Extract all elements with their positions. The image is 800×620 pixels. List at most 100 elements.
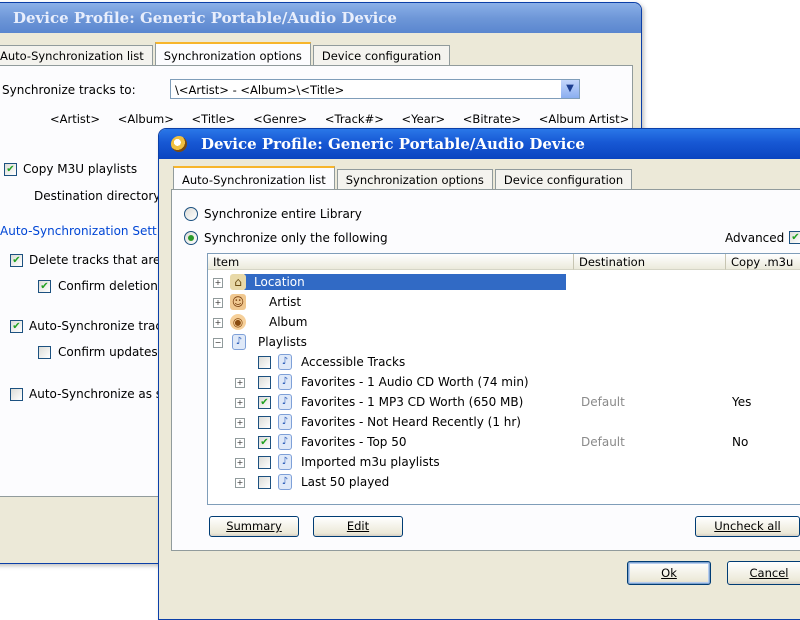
token-album-artist[interactable]: <Album Artist> — [539, 112, 630, 126]
dest-dir-label: Destination directory: — [34, 189, 164, 203]
expand-toggle-icon[interactable]: + — [213, 278, 223, 288]
sync-tracks-label: Synchronize tracks to: — [2, 83, 136, 97]
row-checkbox[interactable] — [258, 416, 271, 429]
tree-row-playlists[interactable]: − ♪ Playlists — [208, 332, 800, 352]
auto-sync-group-label: Auto-Synchronization Sett — [0, 224, 157, 238]
confirm-updates-label: Confirm updates ( — [58, 345, 167, 359]
destination-cell[interactable]: Default — [581, 435, 625, 449]
tree-item-label: Favorites - Top 50 — [301, 435, 407, 449]
sync-entire-label: Synchronize entire Library — [204, 207, 362, 221]
delete-tracks-checkbox[interactable] — [10, 254, 23, 267]
expand-toggle-icon[interactable]: + — [235, 418, 245, 428]
token-bitrate[interactable]: <Bitrate> — [463, 112, 521, 126]
tree-row-imported-m3u[interactable]: + ♪ Imported m3u playlists — [208, 452, 800, 472]
column-header-destination[interactable]: Destination — [574, 254, 726, 270]
app-logo-icon — [171, 136, 187, 152]
tree-row-last-50-played[interactable]: + ♪ Last 50 played — [208, 472, 800, 492]
token-artist[interactable]: <Artist> — [50, 112, 100, 126]
tree-row-favorites-audio-cd[interactable]: + ♪ Favorites - 1 Audio CD Worth (74 min… — [208, 372, 800, 392]
tree-item-label: Artist — [269, 295, 302, 309]
more-tokens-button[interactable]: » — [641, 112, 642, 126]
cancel-button[interactable]: Cancel — [727, 561, 800, 585]
expand-toggle-icon[interactable]: + — [213, 298, 223, 308]
ok-button[interactable]: Ok — [627, 561, 711, 585]
playlist-icon: ♪ — [278, 374, 292, 390]
expand-toggle-icon[interactable]: + — [235, 478, 245, 488]
back-tab-strip: Auto-Synchronization list Synchronizatio… — [0, 41, 452, 67]
tree-item-label: Favorites - 1 MP3 CD Worth (650 MB) — [301, 395, 524, 409]
tree-item-label: Playlists — [258, 335, 307, 349]
token-album[interactable]: <Album> — [118, 112, 174, 126]
column-header-item[interactable]: Item — [208, 254, 574, 270]
back-tab-sync-options[interactable]: Synchronization options — [154, 42, 311, 67]
tree-item-label: Favorites - Not Heard Recently (1 hr) — [301, 415, 521, 429]
token-title[interactable]: <Title> — [192, 112, 236, 126]
confirm-deletion-label: Confirm deletion ( — [58, 279, 167, 293]
row-checkbox[interactable] — [258, 456, 271, 469]
summary-button[interactable]: Summary — [209, 516, 299, 537]
tree-item-label: Last 50 played — [301, 475, 390, 489]
tab-sync-options[interactable]: Synchronization options — [336, 169, 493, 190]
tree-row-artist[interactable]: + ☺ Artist — [208, 292, 800, 312]
tree-row-album[interactable]: + ◉ Album — [208, 312, 800, 332]
auto-sync-as-checkbox[interactable] — [10, 388, 23, 401]
sync-only-radio[interactable] — [184, 231, 198, 245]
column-header-copy-m3u[interactable]: Copy .m3u — [726, 254, 800, 270]
expand-toggle-icon[interactable]: + — [235, 458, 245, 468]
expand-toggle-icon[interactable]: + — [235, 378, 245, 388]
advanced-checkbox[interactable] — [789, 231, 800, 244]
token-track[interactable]: <Track#> — [325, 112, 384, 126]
expand-toggle-icon[interactable]: + — [235, 438, 245, 448]
auto-sync-tracks-label: Auto-Synchronize track — [29, 319, 169, 333]
back-dialog-title: Device Profile: Generic Portable/Audio D… — [13, 9, 397, 27]
tree-item-label: Location — [254, 275, 305, 289]
playlist-icon: ♪ — [278, 354, 292, 370]
tree-row-favorites-top-50[interactable]: + ♪ Favorites - Top 50 Default No — [208, 432, 800, 452]
tab-auto-sync-list[interactable]: Auto-Synchronization list — [173, 166, 335, 191]
token-year[interactable]: <Year> — [402, 112, 446, 126]
row-checkbox[interactable] — [258, 396, 271, 409]
token-row: <Artist> <Album> <Title> <Genre> <Track#… — [50, 112, 642, 126]
confirm-deletion-checkbox[interactable] — [38, 280, 51, 293]
back-tab-device-config[interactable]: Device configuration — [312, 45, 451, 66]
tree-item-label: Favorites - 1 Audio CD Worth (74 min) — [301, 375, 529, 389]
row-checkbox[interactable] — [258, 356, 271, 369]
uncheck-all-button[interactable]: Uncheck all — [695, 516, 800, 537]
tree-row-location[interactable]: + ⌂ Location — [208, 272, 800, 292]
playlist-icon: ♪ — [278, 474, 292, 490]
tree-row-favorites-not-heard[interactable]: + ♪ Favorites - Not Heard Recently (1 hr… — [208, 412, 800, 432]
tree-row-favorites-mp3-cd[interactable]: + ♪ Favorites - 1 MP3 CD Worth (650 MB) … — [208, 392, 800, 412]
front-dialog-window: Device Profile: Generic Portable/Audio D… — [158, 128, 800, 620]
sync-entire-radio[interactable] — [184, 207, 198, 221]
back-dialog-titlebar[interactable]: Device Profile: Generic Portable/Audio D… — [0, 3, 641, 33]
expand-toggle-icon[interactable]: + — [235, 398, 245, 408]
sync-tracks-combo[interactable]: \<Artist> - <Album>\<Title> ▼ — [170, 79, 580, 99]
expand-toggle-icon[interactable]: + — [213, 318, 223, 328]
artist-icon: ☺ — [230, 294, 246, 310]
tab-device-config[interactable]: Device configuration — [494, 169, 633, 190]
copy-m3u-cell[interactable]: No — [732, 435, 748, 449]
collapse-toggle-icon[interactable]: − — [213, 338, 223, 348]
sync-tree-list[interactable]: Item Destination Copy .m3u + ⌂ Location … — [207, 253, 800, 505]
location-icon: ⌂ — [230, 274, 246, 290]
advanced-label: Advanced — [725, 231, 785, 245]
row-checkbox[interactable] — [258, 476, 271, 489]
front-dialog-title: Device Profile: Generic Portable/Audio D… — [201, 135, 585, 153]
tree-row-accessible-tracks[interactable]: ♪ Accessible Tracks — [208, 352, 800, 372]
tree-item-label: Accessible Tracks — [301, 355, 406, 369]
token-genre[interactable]: <Genre> — [253, 112, 307, 126]
confirm-updates-checkbox[interactable] — [38, 346, 51, 359]
copy-m3u-cell[interactable]: Yes — [732, 395, 751, 409]
combo-dropdown-icon[interactable]: ▼ — [560, 80, 579, 98]
tree-item-label: Imported m3u playlists — [301, 455, 440, 469]
row-checkbox[interactable] — [258, 376, 271, 389]
copy-m3u-label: Copy M3U playlists — [23, 162, 138, 176]
destination-cell[interactable]: Default — [581, 395, 625, 409]
auto-sync-tracks-checkbox[interactable] — [10, 320, 23, 333]
front-dialog-titlebar[interactable]: Device Profile: Generic Portable/Audio D… — [159, 129, 800, 159]
copy-m3u-checkbox[interactable] — [4, 163, 17, 176]
edit-button[interactable]: Edit — [313, 516, 403, 537]
back-tab-auto-sync-list[interactable]: Auto-Synchronization list — [0, 45, 153, 66]
delete-tracks-label: Delete tracks that are — [29, 253, 161, 267]
row-checkbox[interactable] — [258, 436, 271, 449]
